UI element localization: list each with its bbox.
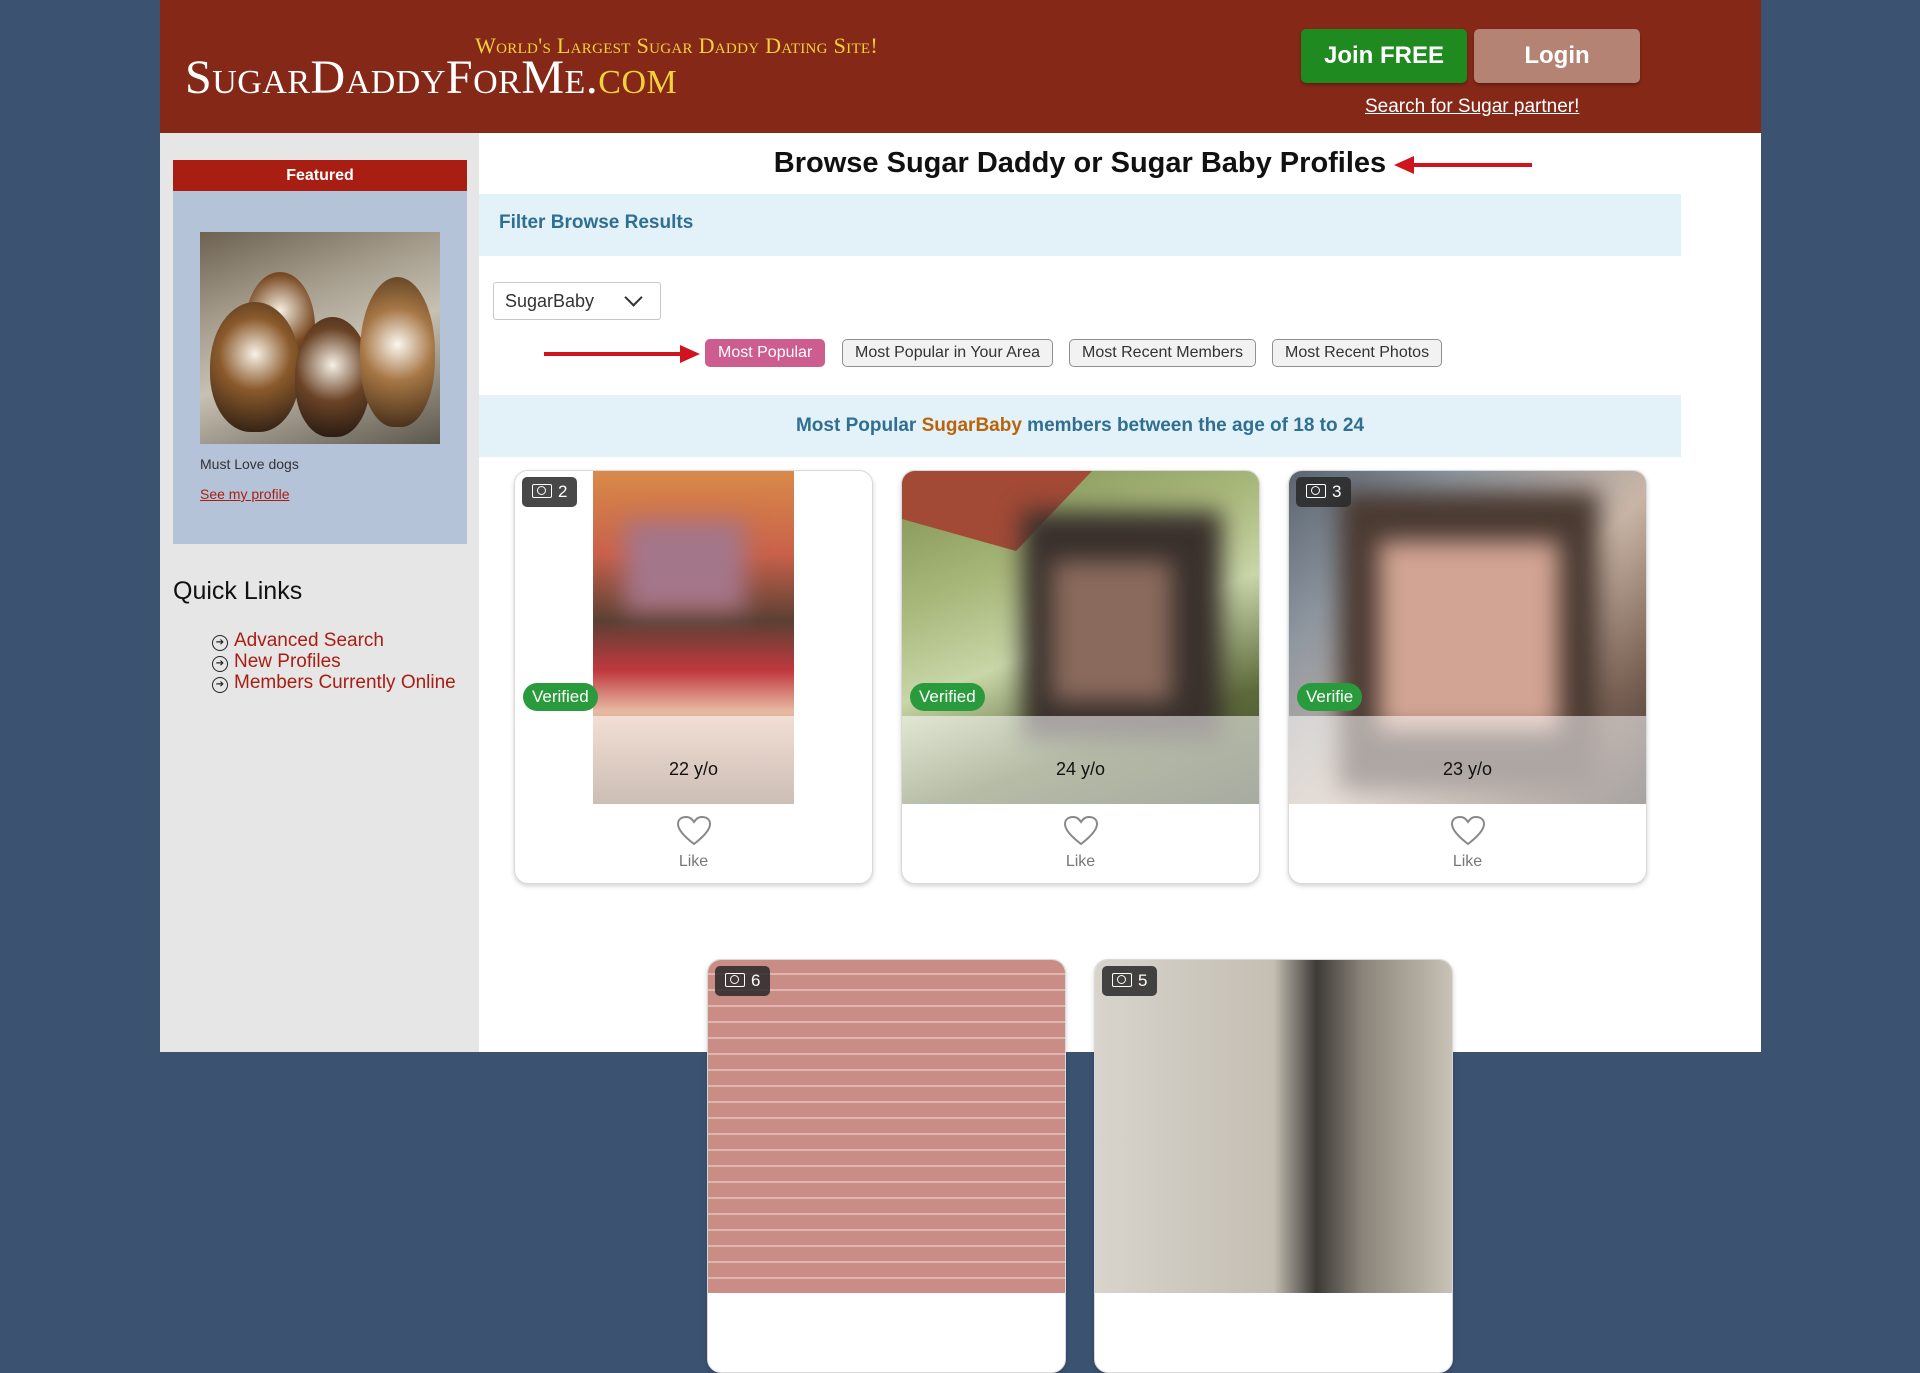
profile-photo[interactable]: 3 Verifie 23 y/o — [1289, 471, 1646, 804]
heart-icon — [676, 815, 711, 846]
camera-icon — [532, 484, 552, 498]
photo-count: 3 — [1332, 482, 1342, 501]
verified-badge: Verifie — [1297, 683, 1363, 711]
camera-icon — [725, 973, 745, 987]
dog-figure — [295, 317, 370, 437]
quick-link-members-online[interactable]: ➔ Members Currently Online — [212, 672, 456, 693]
dog-figure — [210, 302, 300, 432]
profile-card[interactable]: 2 Verified 22 y/o Like — [514, 470, 873, 884]
photo-count-badge: 5 — [1102, 966, 1158, 996]
photo-count-badge: 2 — [522, 477, 578, 507]
profile-photo[interactable]: 6 — [708, 960, 1065, 1293]
blurred-face — [1379, 541, 1559, 731]
profile-age: 24 y/o — [1055, 759, 1106, 779]
results-heading-bar: Most Popular SugarBaby members between t… — [479, 395, 1681, 457]
profile-age: 22 y/o — [668, 759, 719, 779]
filter-results-label[interactable]: Filter Browse Results — [499, 212, 693, 234]
quick-link-label: Members Currently Online — [234, 672, 456, 693]
search-partner-link[interactable]: Search for Sugar partner! — [1365, 96, 1579, 118]
profile-card[interactable]: 5 — [1094, 959, 1453, 1373]
main-content: Browse Sugar Daddy or Sugar Baby Profile… — [479, 133, 1761, 1373]
photo-count: 6 — [751, 971, 761, 990]
tab-most-popular-area[interactable]: Most Popular in Your Area — [842, 339, 1054, 367]
tab-most-recent-photos[interactable]: Most Recent Photos — [1272, 339, 1443, 367]
results-type: SugarBaby — [921, 415, 1022, 436]
site-logo[interactable]: SugarDaddyForMe.com — [185, 50, 677, 105]
quick-links-list: ➔ Advanced Search ➔ New Profiles ➔ Members … — [212, 630, 456, 693]
heart-icon — [1063, 815, 1098, 846]
photo-count-badge: 3 — [1296, 477, 1352, 507]
profile-card[interactable]: Verified 24 y/o Like — [901, 470, 1260, 884]
quick-link-advanced-search[interactable]: ➔ Advanced Search — [212, 630, 456, 651]
profile-photo[interactable]: 2 Verified 22 y/o — [515, 471, 872, 804]
quick-link-label: Advanced Search — [234, 630, 384, 651]
featured-photo[interactable] — [200, 232, 440, 444]
results-prefix: Most Popular — [795, 415, 922, 436]
arrow-right-circle-icon: ➔ — [212, 656, 228, 672]
member-type-select[interactable]: SugarBaby — [493, 282, 661, 320]
heart-icon — [1450, 815, 1485, 846]
verified-badge: Verified — [523, 683, 598, 711]
quick-links-title: Quick Links — [173, 577, 303, 605]
arrow-right-circle-icon: ➔ — [212, 677, 228, 693]
quick-link-label: New Profiles — [234, 651, 341, 672]
profile-card[interactable]: 3 Verifie 23 y/o Like — [1288, 470, 1647, 884]
blurred-face — [625, 521, 745, 611]
like-button[interactable]: Like — [1289, 815, 1646, 871]
photo-count-badge: 6 — [715, 966, 771, 996]
join-free-button[interactable]: Join FREE — [1301, 29, 1467, 83]
camera-icon — [1306, 484, 1326, 498]
tab-most-popular[interactable]: Most Popular — [705, 339, 826, 367]
photo-count: 2 — [558, 482, 568, 501]
blurred-face — [1052, 561, 1172, 701]
like-button[interactable]: Like — [515, 815, 872, 871]
dog-figure — [360, 277, 435, 427]
chevron-down-icon — [624, 288, 643, 307]
tab-most-recent-members[interactable]: Most Recent Members — [1069, 339, 1256, 367]
annotation-arrow-left — [1394, 156, 1532, 174]
site-header: World's Largest Sugar Daddy Dating Site!… — [160, 0, 1761, 133]
see-my-profile-link[interactable]: See my profile — [200, 486, 289, 502]
profile-photo[interactable]: 5 — [1095, 960, 1452, 1293]
featured-caption: Must Love dogs — [200, 456, 299, 472]
camera-icon — [1112, 973, 1132, 987]
quick-link-new-profiles[interactable]: ➔ New Profiles — [212, 651, 456, 672]
arrow-right-circle-icon: ➔ — [212, 635, 228, 651]
featured-heading: Featured — [173, 160, 467, 191]
like-button[interactable]: Like — [902, 815, 1259, 871]
like-label: Like — [678, 853, 709, 870]
page: World's Largest Sugar Daddy Dating Site!… — [160, 0, 1761, 1373]
member-type-value: SugarBaby — [505, 291, 595, 311]
filter-bar: Filter Browse Results — [479, 194, 1681, 256]
profile-age: 23 y/o — [1442, 759, 1493, 779]
results-heading: Most Popular SugarBaby members between t… — [479, 415, 1681, 437]
verified-badge: Verified — [910, 683, 985, 711]
logo-suffix: com — [598, 51, 678, 104]
featured-box: Featured Must Love dogs See my profile — [173, 160, 467, 544]
profile-photo[interactable]: Verified 24 y/o — [902, 471, 1259, 804]
sidebar: Featured Must Love dogs See my profile Q… — [160, 133, 479, 1052]
logo-text: SugarDaddyForMe. — [185, 51, 599, 104]
profile-card[interactable]: 6 — [707, 959, 1066, 1373]
results-suffix: members between the age of 18 to 24 — [1021, 415, 1365, 436]
like-label: Like — [1452, 853, 1483, 870]
photo-count: 5 — [1138, 971, 1148, 990]
annotation-arrow-right — [544, 345, 700, 363]
like-label: Like — [1065, 853, 1096, 870]
login-button[interactable]: Login — [1474, 29, 1640, 83]
